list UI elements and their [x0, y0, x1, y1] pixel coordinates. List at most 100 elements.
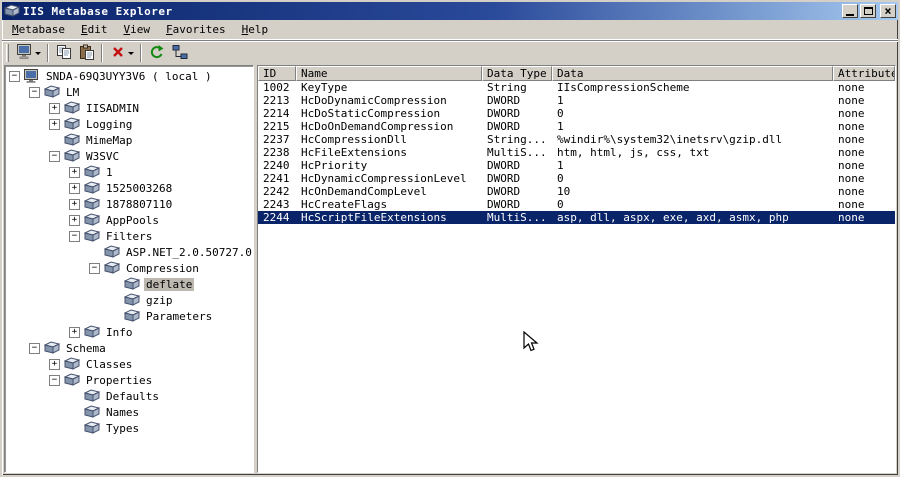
- menu-item-edit[interactable]: Edit: [73, 20, 116, 39]
- list-header: IDNameData TypeDataAttributes: [258, 66, 895, 81]
- key-icon: [44, 341, 60, 355]
- tree-item-info[interactable]: + Info: [5, 324, 253, 340]
- table-row-keytype[interactable]: 1002 KeyType String IIsCompressionScheme non…: [258, 81, 895, 94]
- cell-data: 0: [557, 107, 564, 120]
- tree-item-1878807110[interactable]: +1878807110: [5, 196, 253, 212]
- collapse-toggle-icon[interactable]: −: [29, 86, 40, 98]
- paste-button[interactable]: [75, 42, 98, 64]
- expand-toggle-icon[interactable]: +: [69, 166, 80, 178]
- cell-name: HcScriptFileExtensions: [301, 211, 447, 224]
- key-icon: [104, 245, 120, 259]
- tree-item-label: ASP.NET_2.0.50727.0: [126, 245, 252, 259]
- table-row-hcdynamiccompressionlevel[interactable]: 2241 HcDynamicCompressionLevel DWORD 0 none: [258, 172, 895, 185]
- collapse-toggle-icon[interactable]: −: [69, 230, 80, 242]
- title-bar[interactable]: IIS Metabase Explorer ×: [2, 2, 898, 20]
- table-row-hcdoondemandcompression[interactable]: 2215 HcDoOnDemandCompression DWORD 1 none: [258, 120, 895, 133]
- minimize-button[interactable]: [842, 4, 858, 18]
- tree-item-iisadmin[interactable]: + IISADMIN: [5, 100, 253, 116]
- collapse-toggle-icon[interactable]: −: [49, 374, 60, 386]
- table-row-hcdodynamiccompression[interactable]: 2213 HcDoDynamicCompression DWORD 1 none: [258, 94, 895, 107]
- tree-item-logging[interactable]: + Logging: [5, 116, 253, 132]
- expand-toggle-icon[interactable]: +: [69, 182, 80, 194]
- table-row-hcondemandcomplevel[interactable]: 2242 HcOnDemandCompLevel DWORD 10 none: [258, 185, 895, 198]
- table-row-hcfileextensions[interactable]: 2238 HcFileExtensions MultiS... htm, html, …: [258, 146, 895, 159]
- tree-item-mimemap[interactable]: MimeMap: [5, 132, 253, 148]
- cell-data: asp, dll, aspx, exe, axd, asmx, php: [557, 211, 789, 224]
- tree-item-lm[interactable]: − LM: [5, 84, 253, 100]
- expand-toggle-icon[interactable]: +: [69, 214, 80, 226]
- column-header-id[interactable]: ID: [258, 66, 296, 81]
- cell-id: 1002: [263, 81, 290, 94]
- table-row-hcscriptfileextensions[interactable]: 2244 HcScriptFileExtensions MultiS... asp, …: [258, 211, 895, 224]
- tree-item-snda-69q3uyy3v6-local[interactable]: − SNDA-69Q3UYY3V6 ( local ): [5, 68, 253, 84]
- cell-data-type: MultiS...: [487, 146, 547, 159]
- cell-data: 1: [557, 120, 564, 133]
- column-header-data[interactable]: Data: [552, 66, 833, 81]
- expand-toggle-icon[interactable]: +: [69, 326, 80, 338]
- cell-data: htm, html, js, css, txt: [557, 146, 710, 159]
- cell-attributes: none: [838, 172, 865, 185]
- tree-item-names[interactable]: Names: [5, 404, 253, 420]
- tree-item-asp-net-2-0-50727-0[interactable]: ASP.NET_2.0.50727.0: [5, 244, 253, 260]
- tree-item-label: W3SVC: [86, 149, 120, 163]
- tree-panel: − SNDA-69Q3UYY3V6 ( local ) − LM + IISADMIN + L…: [4, 65, 254, 473]
- network-button[interactable]: [168, 42, 191, 64]
- cell-name: HcOnDemandCompLevel: [301, 185, 427, 198]
- tree-item-deflate[interactable]: deflate: [5, 276, 253, 292]
- tree-item-w3svc[interactable]: − W3SVC: [5, 148, 253, 164]
- cell-id: 2213: [263, 94, 290, 107]
- expand-toggle-icon[interactable]: +: [49, 102, 60, 114]
- tree-item-apppools[interactable]: + AppPools: [5, 212, 253, 228]
- menu-bar: Metabase Edit View Favorites Help: [2, 20, 898, 40]
- tree-item-schema[interactable]: − Schema: [5, 340, 253, 356]
- column-header-attributes[interactable]: Attributes: [833, 66, 895, 81]
- maximize-button[interactable]: [860, 4, 876, 18]
- menu-item-view[interactable]: View: [115, 20, 158, 39]
- connect-server-button[interactable]: [13, 42, 44, 64]
- table-row-hcdostaticcompression[interactable]: 2214 HcDoStaticCompression DWORD 0 none: [258, 107, 895, 120]
- toolbar-grip: [6, 44, 9, 62]
- tree-item-defaults[interactable]: Defaults: [5, 388, 253, 404]
- tree-item-parameters[interactable]: Parameters: [5, 308, 253, 324]
- cell-attributes: none: [838, 146, 865, 159]
- tree-item-filters[interactable]: − Filters: [5, 228, 253, 244]
- cell-id: 2215: [263, 120, 290, 133]
- tree-item-properties[interactable]: − Properties: [5, 372, 253, 388]
- tree-item-compression[interactable]: − Compression: [5, 260, 253, 276]
- expand-toggle-icon[interactable]: +: [49, 118, 60, 130]
- copy-button[interactable]: [52, 42, 75, 64]
- table-row-hccreateflags[interactable]: 2243 HcCreateFlags DWORD 0 none: [258, 198, 895, 211]
- delete-button[interactable]: [106, 42, 137, 64]
- close-icon: ×: [884, 4, 892, 18]
- tree-item-1[interactable]: +1: [5, 164, 253, 180]
- list-rows: 1002 KeyType String IIsCompressionScheme non…: [258, 81, 895, 472]
- server-icon: [16, 44, 33, 62]
- collapse-toggle-icon[interactable]: −: [89, 262, 100, 274]
- expand-toggle-icon[interactable]: +: [49, 358, 60, 370]
- cell-attributes: none: [838, 198, 865, 211]
- tree-item-label: deflate: [144, 277, 195, 291]
- cell-id: 2237: [263, 133, 290, 146]
- collapse-toggle-icon[interactable]: −: [9, 70, 20, 82]
- refresh-button[interactable]: [145, 42, 168, 64]
- maximize-icon: [863, 7, 873, 15]
- cell-attributes: none: [838, 133, 865, 146]
- collapse-toggle-icon[interactable]: −: [49, 150, 60, 162]
- collapse-toggle-icon[interactable]: −: [29, 342, 40, 354]
- menu-item-favorites[interactable]: Favorites: [158, 20, 234, 39]
- tree-item-types[interactable]: Types: [5, 420, 253, 436]
- column-header-name[interactable]: Name: [296, 66, 482, 81]
- cell-id: 2242: [263, 185, 290, 198]
- tree-item-gzip[interactable]: gzip: [5, 292, 253, 308]
- table-row-hcpriority[interactable]: 2240 HcPriority DWORD 1 none: [258, 159, 895, 172]
- tree-item-1525003268[interactable]: +1525003268: [5, 180, 253, 196]
- close-button[interactable]: ×: [880, 4, 896, 18]
- expand-toggle-icon[interactable]: +: [69, 198, 80, 210]
- tree-item-classes[interactable]: + Classes: [5, 356, 253, 372]
- cell-attributes: none: [838, 94, 865, 107]
- table-row-hccompressiondll[interactable]: 2237 HcCompressionDll String... %windir%\sy…: [258, 133, 895, 146]
- menu-item-help[interactable]: Help: [234, 20, 277, 39]
- menu-item-metabase[interactable]: Metabase: [4, 20, 73, 39]
- cell-name: HcCreateFlags: [301, 198, 388, 211]
- column-header-data-type[interactable]: Data Type: [482, 66, 552, 81]
